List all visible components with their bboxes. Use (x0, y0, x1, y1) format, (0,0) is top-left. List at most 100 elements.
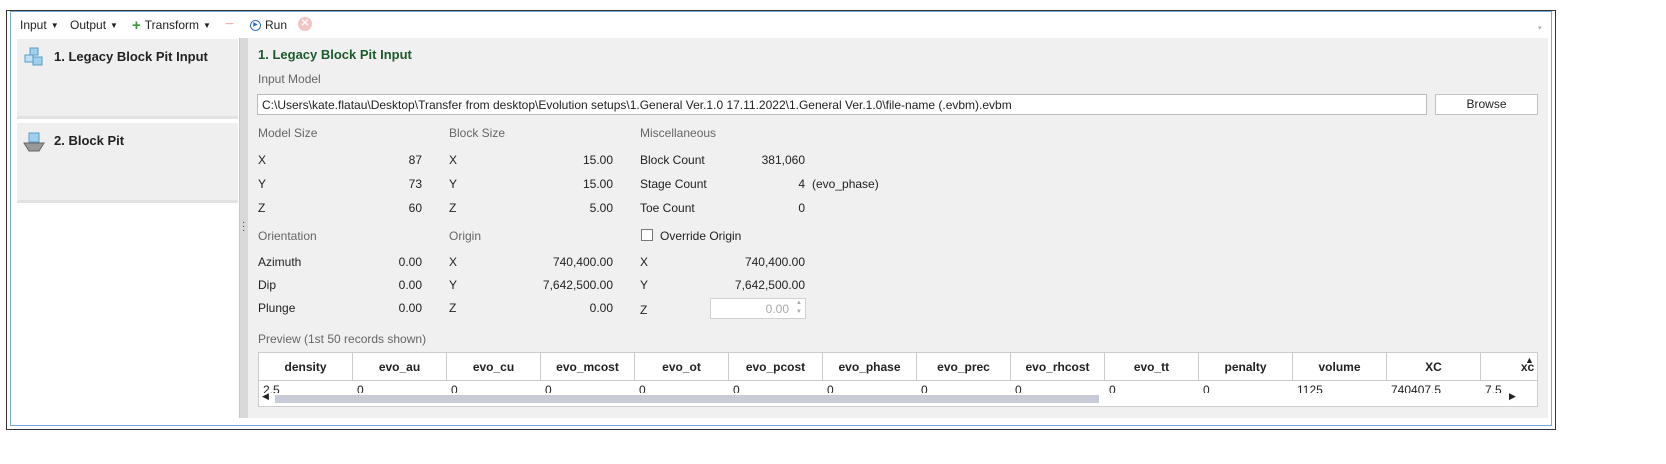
field-label: X (258, 153, 267, 167)
field-value: 0 (798, 201, 805, 215)
orientation-heading: Orientation (258, 229, 317, 243)
field-label: X (449, 255, 458, 269)
play-icon: ▶ (250, 19, 261, 31)
stop-button[interactable]: ✕ (298, 17, 312, 31)
field-extra: (evo_phase) (812, 177, 879, 191)
model-size-heading: Model Size (258, 126, 318, 140)
transform-menu-label: Transform (144, 18, 199, 32)
field-value: 7,642,500.00 (542, 278, 613, 292)
field-value: 87 (408, 153, 422, 167)
remove-button[interactable]: − (225, 16, 234, 34)
field-label: Y (258, 177, 267, 191)
caret-down-icon: ▼ (203, 20, 211, 30)
column-header[interactable]: evo_mcost (541, 353, 635, 381)
run-label: Run (265, 18, 288, 32)
table-cell: 0 (1015, 383, 1022, 393)
column-header[interactable]: evo_cu (447, 353, 541, 381)
table-cell: 1125 (1297, 383, 1323, 393)
table-cell: 0 (1109, 383, 1116, 393)
override-origin-label: Override Origin (660, 229, 742, 243)
override-origin-checkbox[interactable] (641, 229, 653, 241)
field-label: Y (449, 278, 458, 292)
horizontal-scrollbar[interactable]: ◀ ▶ (259, 391, 1537, 405)
column-header[interactable]: volume (1293, 353, 1387, 381)
column-header[interactable]: evo_phase (823, 353, 917, 381)
output-menu-label: Output (70, 18, 107, 32)
table-cell: 0 (733, 383, 740, 393)
field-label: Z (640, 303, 648, 317)
input-menu-label: Input (20, 18, 47, 32)
misc-heading: Miscellaneous (640, 126, 717, 140)
field-value: 15.00 (582, 177, 613, 191)
column-header[interactable]: penalty (1199, 353, 1293, 381)
scroll-up-icon[interactable]: ▲ (1525, 355, 1534, 365)
minus-icon: − (225, 16, 235, 33)
table-cell: 0 (827, 383, 834, 393)
block-size-heading: Block Size (449, 126, 506, 140)
override-z-spinner[interactable]: 0.00 ▲ ▼ (710, 298, 806, 319)
override-z-value: 0.00 (765, 302, 789, 316)
field-value: 381,060 (761, 153, 805, 167)
preview-label: Preview (1st 50 records shown) (258, 332, 427, 346)
transform-menu[interactable]: + Transform ▼ (132, 16, 211, 34)
caret-down-icon: ▼ (50, 20, 59, 30)
field-value: 60 (408, 201, 422, 215)
table-cell: 7.5 (1485, 383, 1502, 393)
step-item-legacy-block-pit-input[interactable]: 1. Legacy Block Pit Input (17, 39, 238, 119)
field-value: 0.00 (398, 255, 422, 269)
spinner-arrows-icon[interactable]: ▲ ▼ (796, 299, 802, 317)
field-value: 740,400.00 (552, 255, 613, 269)
field-label: Y (449, 177, 458, 191)
field-value: 7,642,500.00 (734, 278, 805, 292)
toolbar-overflow-icon[interactable]: ▾ (1538, 24, 1542, 32)
close-circle-icon: ✕ (300, 18, 310, 29)
run-button[interactable]: ▶ Run (250, 16, 287, 34)
field-value: 0.00 (589, 301, 613, 315)
output-menu[interactable]: Output ▼ (70, 16, 118, 34)
column-header[interactable]: evo_ot (635, 353, 729, 381)
field-label: Z (258, 201, 266, 215)
field-label: Y (640, 278, 649, 292)
step-label: 2. Block Pit (54, 133, 125, 148)
table-cell: 0 (357, 383, 364, 393)
column-header[interactable]: evo_prec (917, 353, 1011, 381)
table-cell: 0 (545, 383, 552, 393)
scroll-left-icon[interactable]: ◀ (262, 391, 269, 402)
browse-button[interactable]: Browse (1435, 94, 1538, 115)
preview-table: density 2.5 evo_au 0 evo_cu 0 evo_mcost 0 evo_ot… (258, 352, 1538, 407)
field-value: 740,400.00 (744, 255, 805, 269)
scroll-right-icon[interactable]: ▶ (1509, 391, 1516, 402)
field-label: Z (449, 201, 457, 215)
table-cell: 0 (1203, 383, 1210, 393)
caret-down-icon: ▼ (110, 20, 118, 30)
input-menu[interactable]: Input ▼ (20, 16, 59, 34)
field-label: Azimuth (258, 255, 302, 269)
field-label: Dip (258, 278, 277, 292)
field-label: X (449, 153, 458, 167)
table-cell: 0 (639, 383, 646, 393)
field-label: X (640, 255, 649, 269)
column-header[interactable]: evo_pcost (729, 353, 823, 381)
column-header[interactable]: evo_au (353, 353, 447, 381)
panel-splitter[interactable]: · · · (239, 38, 248, 418)
scrollbar-thumb[interactable] (275, 395, 1099, 403)
column-header[interactable]: evo_rhcost (1011, 353, 1105, 381)
table-cell: 0 (921, 383, 928, 393)
input-model-path-field[interactable] (257, 94, 1427, 115)
column-header[interactable]: evo_tt (1105, 353, 1199, 381)
field-value: 15.00 (582, 153, 613, 167)
column-header[interactable]: density (259, 353, 353, 381)
origin-heading: Origin (449, 229, 482, 243)
field-value: 73 (408, 177, 422, 191)
table-cell: 0 (451, 383, 458, 393)
blocks-icon (24, 47, 43, 66)
table-cell: 740407.5 (1391, 383, 1442, 393)
column-header[interactable]: XC (1387, 353, 1481, 381)
field-value: 0.00 (398, 278, 422, 292)
step-label: 1. Legacy Block Pit Input (54, 49, 208, 64)
block-pit-icon (23, 132, 45, 152)
field-value: 0.00 (398, 301, 422, 315)
field-value: 4 (798, 177, 805, 191)
step-item-block-pit[interactable]: 2. Block Pit (17, 123, 238, 203)
page-title: 1. Legacy Block Pit Input (258, 47, 412, 62)
